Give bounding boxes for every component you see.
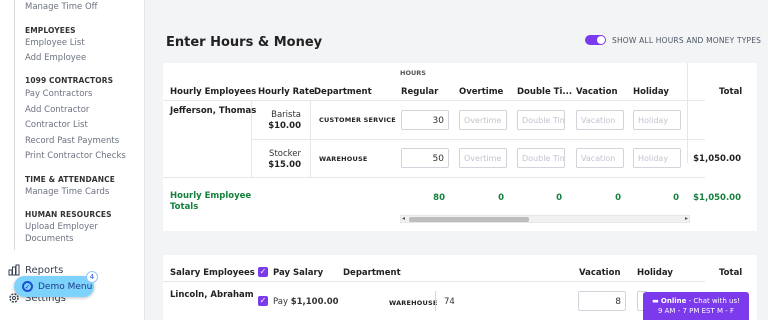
pay-salary-all-checkbox[interactable]: ✓: [258, 267, 268, 277]
pay-salary-checkbox[interactable]: ✓: [258, 296, 268, 306]
scroll-left-icon[interactable]: ◂: [402, 215, 405, 222]
col-salary-holiday: Holiday: [637, 268, 673, 278]
total-double-time: 0: [556, 193, 562, 203]
page-title: Enter Hours & Money: [166, 35, 323, 50]
show-all-types-label: SHOW ALL HOURS AND MONEY TYPES: [612, 35, 762, 45]
chat-tagline: - Chat with us!: [686, 297, 740, 305]
demo-menu-label: Demo Menu: [38, 281, 93, 292]
grand-total: $1,050.00: [693, 193, 741, 203]
double-time-input[interactable]: Double Time: [517, 110, 565, 130]
hourly-employees-card: HOURS Hourly Employees Hourly Rate Depar…: [163, 63, 757, 231]
chat-status-line: ▬ Online - Chat with us!: [651, 296, 741, 306]
pay-label: Pay: [273, 297, 288, 307]
total-vacation: 0: [615, 193, 621, 203]
job-role: Stocker: [269, 149, 301, 159]
demo-menu-badge: 4: [86, 271, 98, 283]
col-total: Total: [719, 87, 743, 97]
sidebar-link-contractor-list[interactable]: Contractor List: [25, 120, 88, 130]
col-overtime: Overtime: [459, 87, 504, 97]
col-salary-employees: Salary Employees: [170, 268, 255, 278]
chat-widget[interactable]: ▬ Online - Chat with us! 9 AM - 7 PM EST…: [643, 292, 749, 320]
col-salary-vacation: Vacation: [579, 268, 621, 278]
chat-bubble-icon: ▬: [652, 297, 659, 305]
salary-hours-field[interactable]: 74: [435, 291, 459, 311]
sidebar-item-reports[interactable]: Reports: [8, 264, 63, 276]
totals-label-line1: Hourly Employee: [170, 191, 252, 201]
sidebar-section-employees: EMPLOYEES: [25, 26, 76, 35]
sidebar-link-documents[interactable]: Documents: [25, 234, 73, 244]
col-holiday: Holiday: [633, 87, 669, 97]
sidebar-section-human-resources: HUMAN RESOURCES: [25, 210, 112, 219]
overtime-input[interactable]: Overtime: [459, 148, 507, 168]
salary-department: WAREHOUSE: [389, 299, 438, 307]
sidebar-item-reports-label: Reports: [25, 264, 64, 276]
hourly-totals-label: Hourly Employee Totals: [170, 191, 251, 213]
hourly-rate: Barista $10.00: [251, 110, 301, 132]
employee-name: Jefferson, Thomas: [170, 106, 257, 116]
job-role: Barista: [271, 110, 301, 120]
main-content: Enter Hours & Money SHOW ALL HOURS AND M…: [145, 0, 768, 320]
hourly-rate: Stocker $15.00: [251, 149, 301, 171]
rate-value: $15.00: [268, 160, 301, 170]
col-hourly-employees: Hourly Employees: [170, 87, 257, 97]
show-all-types-toggle-wrap[interactable]: SHOW ALL HOURS AND MONEY TYPES: [585, 35, 761, 45]
check-circle-icon: ✓: [22, 281, 33, 292]
department: CUSTOMER SERVICE: [319, 116, 396, 124]
salary-employee-name: Lincoln, Abraham: [170, 290, 254, 300]
double-time-input[interactable]: Double Time: [517, 148, 565, 168]
row-divider: [251, 139, 705, 140]
department: WAREHOUSE: [319, 155, 368, 163]
scroll-area-divider: [687, 63, 688, 163]
horizontal-scrollbar[interactable]: ◂ ▸: [400, 215, 690, 223]
col-regular: Regular: [401, 87, 439, 97]
holiday-input[interactable]: Holiday: [633, 148, 681, 168]
rate-value: $10.00: [268, 121, 301, 131]
col-hourly-rate: Hourly Rate: [258, 87, 315, 97]
sidebar-rail: [14, 0, 15, 250]
col-salary-total: Total: [719, 268, 743, 278]
sidebar-link-manage-time-cards[interactable]: Manage Time Cards: [25, 187, 109, 197]
chat-hours: 9 AM - 7 PM EST M - F: [657, 307, 735, 315]
salary-vacation-input[interactable]: 8: [578, 291, 626, 311]
sidebar-section-time-attendance: TIME & ATTENDANCE: [25, 175, 115, 184]
sidebar-link-upload-employer[interactable]: Upload Employer: [25, 222, 98, 232]
regular-hours-input[interactable]: 50: [401, 148, 449, 168]
sidebar-link-add-employee[interactable]: Add Employee: [25, 53, 86, 63]
total-holiday: 0: [673, 193, 679, 203]
sidebar-link-record-past-payments[interactable]: Record Past Payments: [25, 136, 119, 146]
col-vacation: Vacation: [576, 87, 618, 97]
col-double-time: Double Ti...: [517, 87, 573, 97]
total-regular: 80: [433, 193, 445, 203]
sidebar-link-print-contractor-checks[interactable]: Print Contractor Checks: [25, 151, 126, 161]
demo-menu-button[interactable]: ✓ Demo Menu: [14, 276, 94, 297]
header-divider: [163, 100, 705, 101]
vacation-input[interactable]: Vacation: [576, 148, 624, 168]
salary-amount: $1,100.00: [290, 297, 339, 307]
hours-caption: HOURS: [400, 69, 426, 77]
row-total: $1,050.00: [693, 154, 741, 164]
col-department: Department: [314, 87, 372, 97]
sidebar-link-employee-list[interactable]: Employee List: [25, 38, 85, 48]
col-salary-department: Department: [343, 268, 401, 278]
totals-label-line2: Totals: [170, 202, 199, 212]
row-divider: [163, 177, 705, 178]
sidebar-section-contractors: 1099 CONTRACTORS: [25, 76, 114, 85]
scroll-right-icon[interactable]: ▸: [685, 215, 688, 222]
overtime-input[interactable]: Overtime: [459, 110, 507, 130]
pay-salary-text: Pay $1,100.00: [273, 297, 339, 307]
vacation-input[interactable]: Vacation: [576, 110, 624, 130]
sidebar: Manage Time Off EMPLOYEES Employee List …: [0, 0, 145, 320]
total-overtime: 0: [498, 193, 504, 203]
show-all-types-toggle[interactable]: [585, 35, 606, 45]
regular-hours-input[interactable]: 30: [401, 110, 449, 130]
sidebar-link-add-contractor[interactable]: Add Contractor: [25, 105, 89, 115]
holiday-input[interactable]: Holiday: [633, 110, 681, 130]
reports-icon: [8, 264, 20, 276]
scrollbar-thumb[interactable]: [409, 217, 529, 222]
salary-header-divider: [163, 281, 705, 282]
sidebar-link-manage-time-off[interactable]: Manage Time Off: [25, 2, 98, 12]
chat-status: Online: [660, 297, 687, 305]
sidebar-link-pay-contractors[interactable]: Pay Contractors: [25, 89, 92, 99]
col-pay-salary: Pay Salary: [273, 268, 324, 278]
